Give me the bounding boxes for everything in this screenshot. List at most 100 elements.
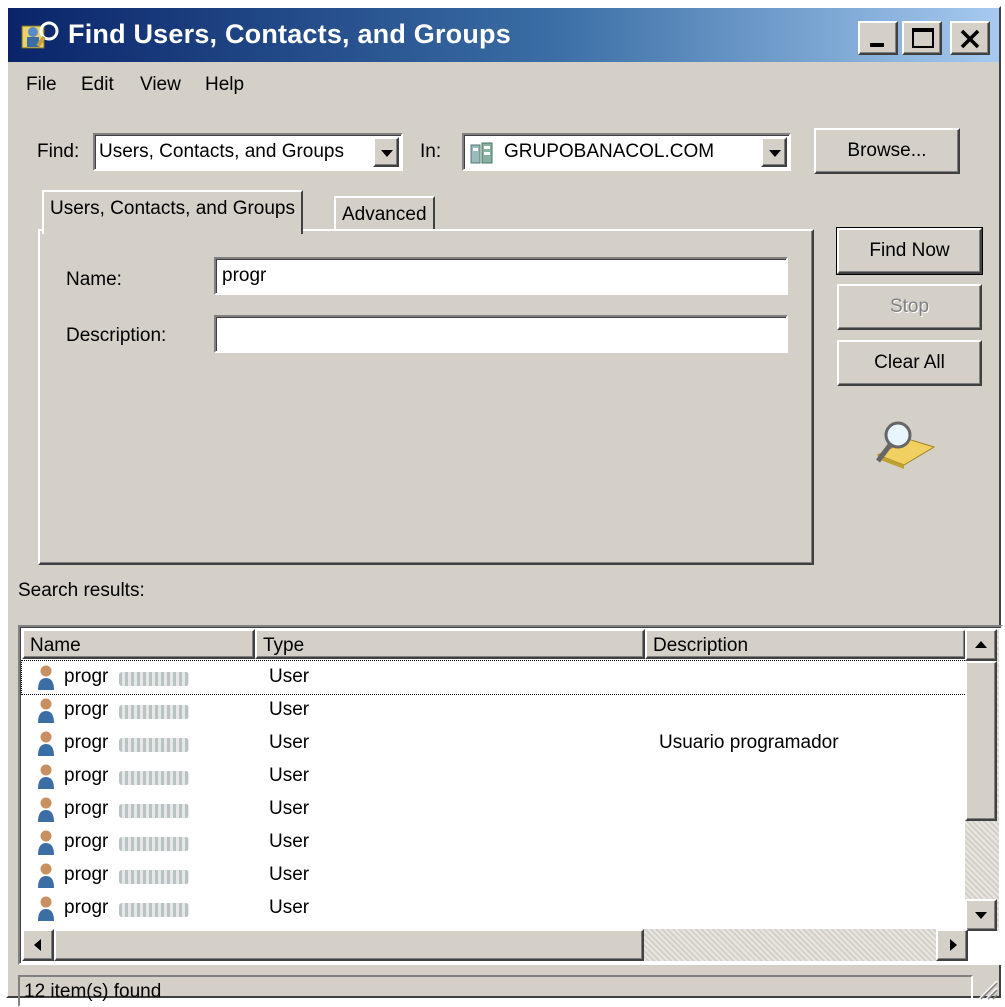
- tab-users-contacts-groups[interactable]: Users, Contacts, and Groups: [42, 190, 303, 234]
- minimize-button[interactable]: [858, 21, 898, 55]
- redacted-name-suffix: [119, 738, 189, 752]
- redacted-name-suffix: [119, 903, 189, 917]
- row-type: User: [269, 765, 310, 786]
- row-type: User: [269, 831, 310, 852]
- row-name: progr: [64, 831, 109, 852]
- find-now-button[interactable]: Find Now: [836, 227, 983, 275]
- stop-button[interactable]: Stop: [837, 284, 982, 330]
- table-row[interactable]: progr User: [22, 694, 966, 727]
- in-domain-dropdown-button[interactable]: [761, 137, 787, 167]
- row-name: progr: [64, 666, 109, 687]
- find-window: Find Users, Contacts, and Groups File Ed…: [6, 6, 1003, 1007]
- row-name: progr: [64, 699, 109, 720]
- menu-view[interactable]: View: [140, 74, 181, 96]
- in-domain-value: GRUPOBANACOL.COM: [504, 141, 715, 162]
- table-row[interactable]: progr User: [22, 892, 966, 925]
- table-row[interactable]: progr User: [22, 859, 966, 892]
- tab-label: Users, Contacts, and Groups: [50, 198, 295, 219]
- description-label: Description:: [66, 325, 167, 346]
- row-name: progr: [64, 798, 109, 819]
- title-bar[interactable]: Find Users, Contacts, and Groups: [8, 8, 999, 62]
- resize-grip-icon[interactable]: [975, 977, 999, 1001]
- scroll-up-button[interactable]: [965, 629, 997, 661]
- menu-file[interactable]: File: [26, 74, 57, 96]
- row-description: Usuario programador: [659, 732, 839, 753]
- redacted-name-suffix: [119, 672, 189, 686]
- menu-help[interactable]: Help: [205, 74, 244, 96]
- vertical-scrollbar[interactable]: [965, 629, 999, 931]
- row-type: User: [269, 666, 310, 687]
- close-button[interactable]: [950, 21, 990, 55]
- find-type-dropdown-button[interactable]: [373, 137, 399, 167]
- table-row[interactable]: progr User: [22, 826, 966, 859]
- user-icon: [38, 896, 54, 921]
- user-icon: [38, 830, 54, 855]
- tab-panel: Name: progr Description:: [38, 229, 814, 565]
- scroll-right-button[interactable]: [936, 929, 968, 961]
- user-icon: [38, 797, 54, 822]
- find-label: Find:: [37, 141, 80, 162]
- horizontal-scrollbar[interactable]: [22, 929, 968, 961]
- results-list[interactable]: Name Type Description progr User progr User…: [18, 625, 1003, 965]
- scroll-thumb[interactable]: [965, 661, 997, 821]
- row-type: User: [269, 864, 310, 885]
- scroll-left-button[interactable]: [22, 929, 54, 961]
- row-type: User: [269, 732, 310, 753]
- arrow-up-icon: [975, 641, 987, 648]
- scroll-thumb[interactable]: [54, 929, 644, 961]
- row-name: progr: [64, 897, 109, 918]
- row-name: progr: [64, 732, 109, 753]
- column-header-description[interactable]: Description: [645, 629, 966, 659]
- status-bar: 12 item(s) found: [18, 975, 973, 1007]
- column-header-name[interactable]: Name: [22, 629, 255, 659]
- arrow-left-icon: [34, 939, 41, 951]
- find-users-icon: [21, 21, 59, 49]
- user-icon: [38, 698, 54, 723]
- user-icon: [38, 731, 54, 756]
- redacted-name-suffix: [119, 705, 189, 719]
- table-row[interactable]: progr User: [22, 793, 966, 826]
- row-type: User: [269, 897, 310, 918]
- tab-label: Advanced: [342, 204, 427, 225]
- magnifier-search-icon: [876, 421, 936, 469]
- column-header-type[interactable]: Type: [255, 629, 645, 659]
- row-type: User: [269, 699, 310, 720]
- name-field[interactable]: progr: [214, 257, 788, 295]
- maximize-button[interactable]: [902, 21, 942, 55]
- user-icon: [38, 665, 54, 690]
- chevron-down-icon: [769, 150, 781, 157]
- scroll-down-button[interactable]: [965, 899, 997, 931]
- arrow-right-icon: [950, 939, 957, 951]
- description-field[interactable]: [214, 315, 788, 353]
- browse-button[interactable]: Browse...: [814, 128, 960, 174]
- redacted-name-suffix: [119, 771, 189, 785]
- find-type-value: Users, Contacts, and Groups: [99, 141, 344, 162]
- row-type: User: [269, 798, 310, 819]
- column-header-label: Description: [653, 635, 749, 656]
- column-header-label: Type: [263, 635, 305, 656]
- find-type-combo[interactable]: Users, Contacts, and Groups: [93, 133, 403, 171]
- redacted-name-suffix: [119, 870, 189, 884]
- clear-all-button[interactable]: Clear All: [837, 340, 982, 386]
- arrow-down-icon: [975, 912, 987, 919]
- column-header-label: Name: [30, 635, 81, 656]
- window-title: Find Users, Contacts, and Groups: [68, 19, 511, 49]
- table-row[interactable]: progr User: [22, 760, 966, 793]
- menu-edit[interactable]: Edit: [81, 74, 114, 96]
- in-label: In:: [420, 141, 442, 162]
- chevron-down-icon: [381, 150, 393, 157]
- row-name: progr: [64, 765, 109, 786]
- tab-advanced[interactable]: Advanced: [334, 196, 435, 230]
- row-name: progr: [64, 864, 109, 885]
- name-field-value: progr: [222, 265, 267, 286]
- redacted-name-suffix: [119, 837, 189, 851]
- minimize-icon: [870, 43, 884, 47]
- maximize-icon: [912, 28, 934, 48]
- table-row[interactable]: progr User: [21, 660, 967, 695]
- user-icon: [38, 863, 54, 888]
- search-results-label: Search results:: [18, 580, 145, 601]
- table-row[interactable]: progr User Usuario programador: [22, 727, 966, 760]
- status-text: 12 item(s) found: [24, 981, 162, 1002]
- name-label: Name:: [66, 269, 122, 290]
- in-domain-combo[interactable]: GRUPOBANACOL.COM: [462, 133, 791, 171]
